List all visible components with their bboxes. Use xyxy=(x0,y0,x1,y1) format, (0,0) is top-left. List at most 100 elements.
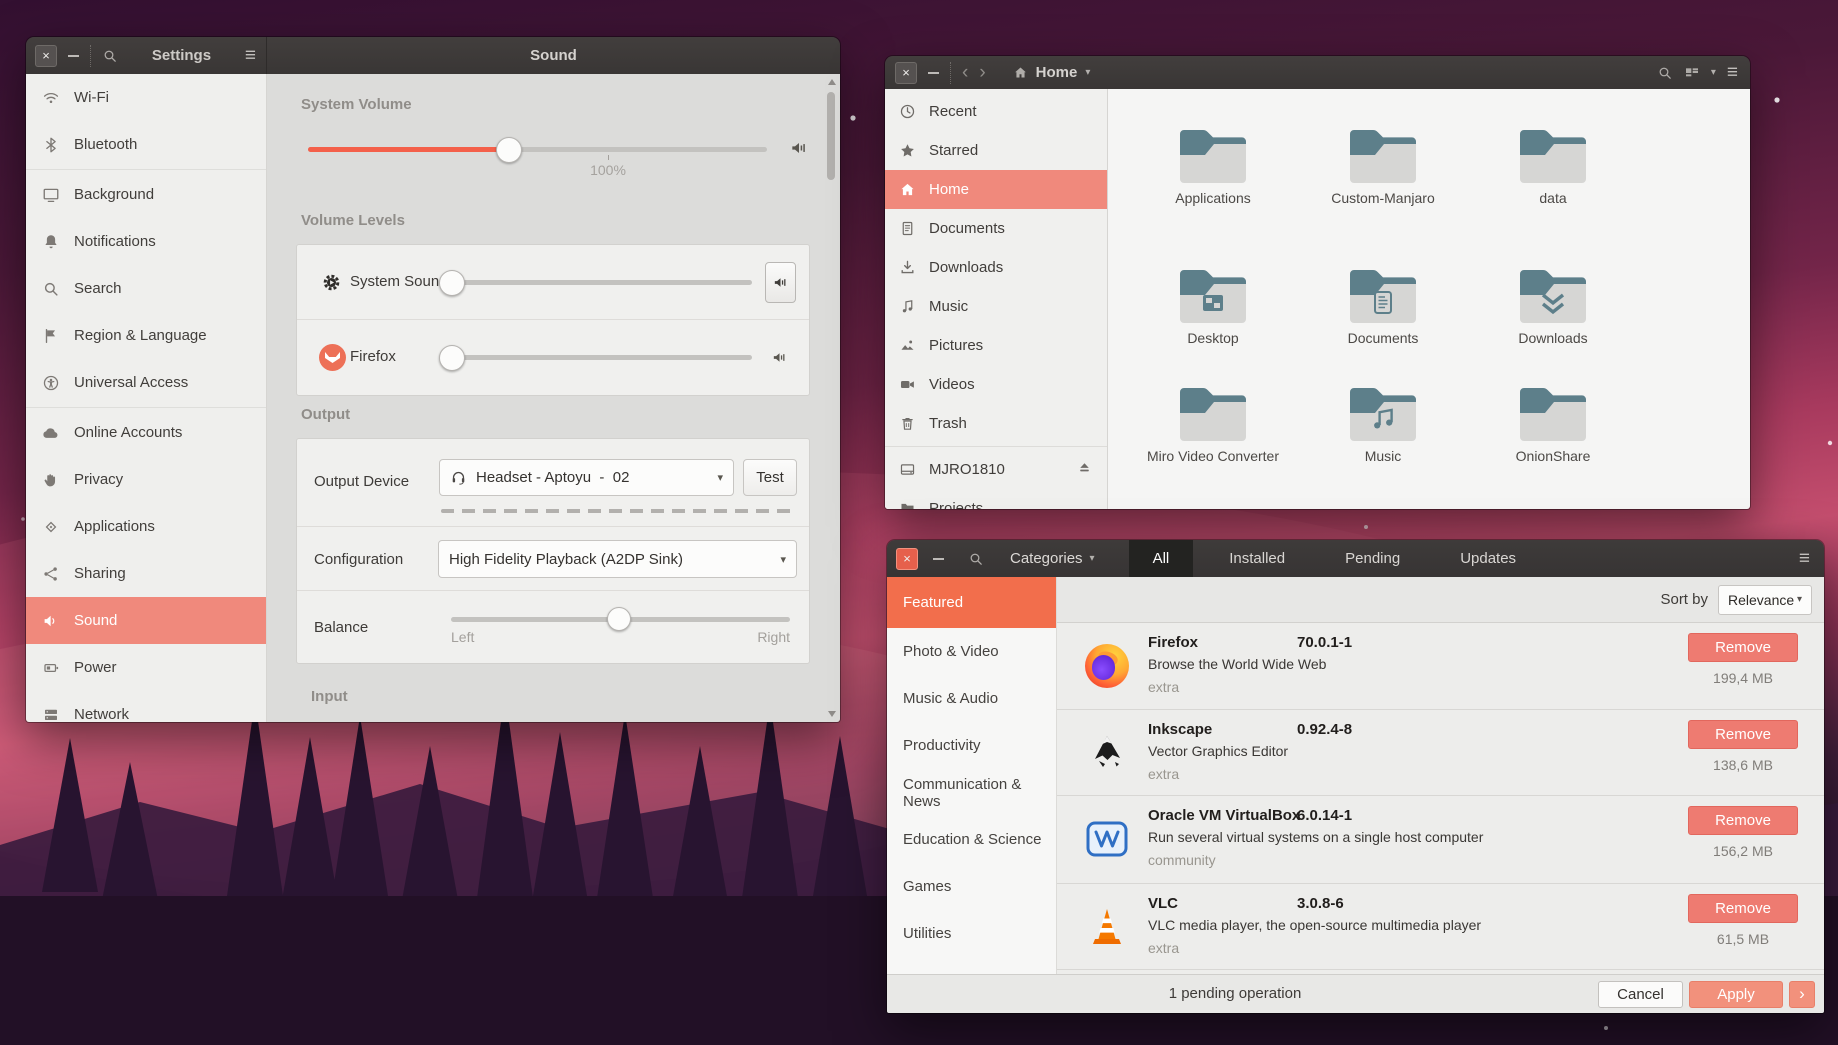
minimize-button[interactable] xyxy=(68,55,79,57)
cancel-button[interactable]: Cancel xyxy=(1598,981,1683,1008)
firefox-volume-knob[interactable] xyxy=(439,345,465,371)
folder-downloads[interactable]: Downloads xyxy=(1468,270,1638,346)
scroll-up-arrow[interactable] xyxy=(828,79,836,85)
files-sidebar: Recent Starred Home Documents Downloads … xyxy=(885,89,1108,509)
tab-updates[interactable]: Updates xyxy=(1436,540,1540,577)
sidebar-item-home[interactable]: Home xyxy=(885,170,1107,209)
folder-data[interactable]: data xyxy=(1468,130,1638,206)
package-manager-window: × Categories ▾ All Installed Pending Upd… xyxy=(887,540,1824,1013)
search-icon[interactable] xyxy=(968,551,984,567)
remove-button[interactable]: Remove xyxy=(1688,720,1798,749)
category-communication-news[interactable]: Communication & News xyxy=(887,769,1056,816)
folder-onionshare[interactable]: OnionShare xyxy=(1468,388,1638,464)
category-featured[interactable]: Featured xyxy=(887,577,1056,628)
sidebar-item-network[interactable]: Network xyxy=(26,691,266,722)
category-productivity[interactable]: Productivity xyxy=(887,722,1056,769)
view-grid-icon[interactable] xyxy=(1684,65,1700,81)
apply-button[interactable]: Apply xyxy=(1689,981,1783,1008)
search-icon[interactable] xyxy=(102,48,118,64)
menu-icon[interactable]: ≡ xyxy=(1799,549,1810,568)
sidebar-item-sound[interactable]: Sound xyxy=(26,597,266,644)
pamac-titlebar: × Categories ▾ All Installed Pending Upd… xyxy=(887,540,1824,577)
sidebar-item-trash[interactable]: Trash xyxy=(885,404,1107,443)
tab-all[interactable]: All xyxy=(1129,540,1194,577)
sort-dropdown[interactable]: Relevance ▾ xyxy=(1718,585,1812,615)
sidebar-item-sharing[interactable]: Sharing xyxy=(26,550,266,597)
sidebar-item-projects[interactable]: Projects xyxy=(885,489,1107,509)
close-button[interactable]: × xyxy=(895,62,917,84)
mute-toggle-button[interactable] xyxy=(765,262,796,303)
sidebar-item-online-accounts[interactable]: Online Accounts xyxy=(26,409,266,456)
category-games[interactable]: Games xyxy=(887,863,1056,910)
hand-icon xyxy=(42,471,60,489)
back-button[interactable]: ‹ xyxy=(962,63,968,82)
sidebar-item-wifi[interactable]: Wi-Fi xyxy=(26,74,266,121)
minimize-button[interactable] xyxy=(928,72,939,74)
output-device-dropdown[interactable]: Headset - Aptoyu - 02 ▾ xyxy=(439,459,734,496)
category-education-science[interactable]: Education & Science xyxy=(887,816,1056,863)
sidebar-item-recent[interactable]: Recent xyxy=(885,92,1107,131)
sidebar-item-search[interactable]: Search xyxy=(26,265,266,312)
firefox-volume-slider[interactable] xyxy=(442,355,752,360)
folder-icon xyxy=(1180,130,1246,183)
sidebar-item-power[interactable]: Power xyxy=(26,644,266,691)
configuration-dropdown[interactable]: High Fidelity Playback (A2DP Sink) ▾ xyxy=(438,540,797,578)
category-utilities[interactable]: Utilities xyxy=(887,910,1056,957)
sidebar-item-universal-access[interactable]: Universal Access xyxy=(26,359,266,406)
remove-button[interactable]: Remove xyxy=(1688,806,1798,835)
balance-knob[interactable] xyxy=(607,607,631,631)
eject-icon[interactable] xyxy=(1076,459,1093,480)
search-icon[interactable] xyxy=(1657,65,1673,81)
system-volume-knob[interactable] xyxy=(496,137,522,163)
remove-button[interactable]: Remove xyxy=(1688,633,1798,662)
folder-documents[interactable]: Documents xyxy=(1298,270,1468,346)
settings-window: × Settings ≡ Sound Wi-Fi Bluetooth Backg… xyxy=(26,37,840,722)
sidebar-item-applications[interactable]: Applications xyxy=(26,503,266,550)
categories-button[interactable]: Categories ▾ xyxy=(1010,550,1095,567)
volume-tick-label: 100% xyxy=(573,162,643,178)
system-sounds-slider[interactable] xyxy=(442,280,752,285)
path-bar[interactable]: Home ▾ xyxy=(1013,64,1091,81)
sidebar-item-privacy[interactable]: Privacy xyxy=(26,456,266,503)
menu-icon[interactable]: ≡ xyxy=(245,46,256,65)
sidebar-item-background[interactable]: Background xyxy=(26,171,266,218)
sidebar-item-downloads[interactable]: Downloads xyxy=(885,248,1107,287)
category-photo-video[interactable]: Photo & Video xyxy=(887,628,1056,675)
system-volume-slider[interactable] xyxy=(308,147,767,152)
folder-miro-video-converter[interactable]: Miro Video Converter xyxy=(1128,388,1298,464)
sidebar-item-pictures[interactable]: Pictures xyxy=(885,326,1107,365)
sidebar-item-notifications[interactable]: Notifications xyxy=(26,218,266,265)
chevron-down-icon[interactable]: ▾ xyxy=(1711,67,1716,78)
close-button[interactable]: × xyxy=(896,548,918,570)
package-row-virtualbox[interactable]: Oracle VM VirtualBox 6.0.14-1 Run severa… xyxy=(1057,796,1824,884)
menu-icon[interactable]: ≡ xyxy=(1727,63,1738,82)
folder-desktop[interactable]: Desktop xyxy=(1128,270,1298,346)
folder-custom-manjaro[interactable]: Custom-Manjaro xyxy=(1298,130,1468,206)
sidebar-item-documents[interactable]: Documents xyxy=(885,209,1107,248)
package-row-vlc[interactable]: VLC 3.0.8-6 VLC media player, the open-s… xyxy=(1057,884,1824,970)
sidebar-item-mjro1810[interactable]: MJRO1810 xyxy=(885,450,1107,489)
sidebar-item-music[interactable]: Music xyxy=(885,287,1107,326)
tab-installed[interactable]: Installed xyxy=(1205,540,1309,577)
folder-music[interactable]: Music xyxy=(1298,388,1468,464)
scrollbar[interactable] xyxy=(826,79,837,717)
package-row-firefox[interactable]: Firefox 70.0.1-1 Browse the World Wide W… xyxy=(1057,623,1824,710)
scrollbar-thumb[interactable] xyxy=(827,92,835,180)
tab-pending[interactable]: Pending xyxy=(1321,540,1424,577)
sidebar-item-videos[interactable]: Videos xyxy=(885,365,1107,404)
scroll-down-arrow[interactable] xyxy=(828,711,836,717)
sidebar-item-starred[interactable]: Starred xyxy=(885,131,1107,170)
expand-details-button[interactable]: › xyxy=(1789,981,1815,1008)
forward-button[interactable]: › xyxy=(979,63,985,82)
panel-title: Sound xyxy=(267,47,840,64)
minimize-button[interactable] xyxy=(933,558,944,560)
package-row-inkscape[interactable]: Inkscape 0.92.4-8 Vector Graphics Editor… xyxy=(1057,710,1824,796)
system-sounds-knob[interactable] xyxy=(439,270,465,296)
sidebar-item-region-language[interactable]: Region & Language xyxy=(26,312,266,359)
remove-button[interactable]: Remove xyxy=(1688,894,1798,923)
test-button[interactable]: Test xyxy=(743,459,797,496)
folder-applications[interactable]: Applications xyxy=(1128,130,1298,206)
close-button[interactable]: × xyxy=(35,45,57,67)
sidebar-item-bluetooth[interactable]: Bluetooth xyxy=(26,121,266,168)
category-music-audio[interactable]: Music & Audio xyxy=(887,675,1056,722)
